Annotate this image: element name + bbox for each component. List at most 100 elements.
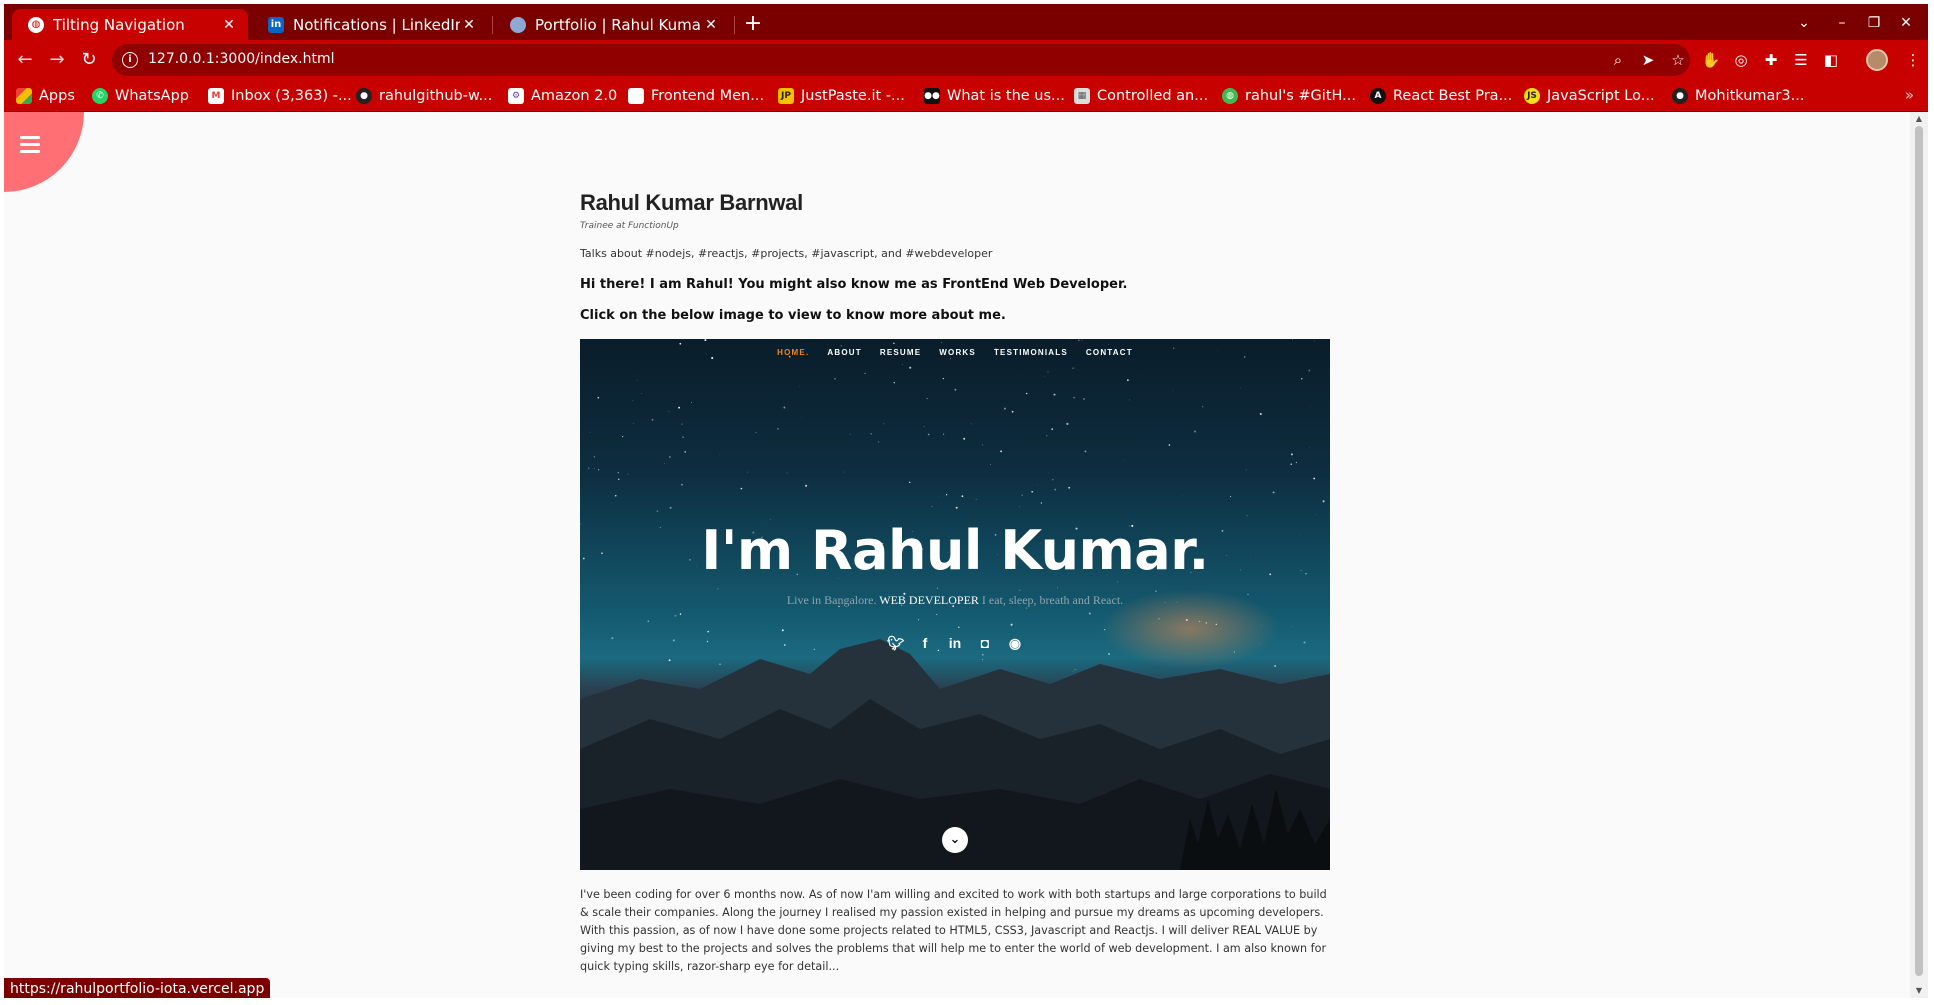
profile-tags: Talks about #nodejs, #reactjs, #projects… — [580, 247, 993, 260]
tab-portfolio[interactable]: Portfolio | Rahul Kumar ✕ — [494, 9, 730, 40]
gmail-icon: M — [208, 88, 224, 104]
scroll-down-icon[interactable]: ⌄ — [942, 827, 968, 853]
bookmark-rahulgithub[interactable]: ● rahulgithub-w... — [356, 86, 492, 106]
extensions-puzzle-icon[interactable]: ✚ — [1760, 49, 1782, 71]
github-icon: ● — [356, 88, 372, 104]
page-viewport: Rahul Kumar Barnwal Trainee at FunctionU… — [4, 112, 1910, 998]
address-bar[interactable]: i 127.0.0.1:3000/index.html ⌕ ➤ ☆ — [112, 44, 1690, 76]
side-panel-icon[interactable]: ◧ — [1820, 49, 1842, 71]
menu-kebab-icon[interactable]: ⋮ — [1902, 49, 1924, 71]
url-text[interactable]: 127.0.0.1:3000/index.html — [148, 51, 335, 67]
bookmark-label: Amazon 2.0 — [531, 88, 618, 104]
scroll-down-arrow-icon[interactable]: ▼ — [1910, 984, 1928, 998]
page-scrollbar[interactable]: ▲ ▼ — [1910, 112, 1928, 998]
hero-nav-resume[interactable]: RESUME — [880, 348, 921, 357]
bookmark-mohitkumar[interactable]: ● Mohitkumar3... — [1672, 86, 1804, 106]
tab-search-icon[interactable]: ⌄ — [1792, 12, 1816, 34]
site-info-icon[interactable]: i — [122, 52, 138, 68]
back-icon[interactable]: ← — [12, 47, 38, 73]
bookmark-react-best[interactable]: A React Best Pra... — [1370, 86, 1512, 106]
bookmark-justpaste[interactable]: JP JustPaste.it -... — [778, 86, 905, 106]
medium-icon: ●● — [924, 88, 940, 104]
tab-title: Portfolio | Rahul Kumar — [535, 15, 702, 34]
globe-icon: ◍ — [28, 16, 44, 33]
hero-nav-testimonials[interactable]: TESTIMONIALS — [994, 348, 1068, 357]
tab-separator — [734, 16, 735, 34]
bookmark-label: rahulgithub-w... — [379, 88, 493, 104]
bookmark-label: rahul's #GitH... — [1245, 88, 1356, 104]
bookmark-label: Frontend Men... — [651, 88, 765, 104]
bookmark-gmail[interactable]: M Inbox (3,363) -... — [208, 86, 352, 106]
scroll-thumb[interactable] — [1915, 126, 1923, 976]
linkedin-icon[interactable]: in — [947, 635, 963, 651]
hero-title: I'm Rahul Kumar. — [701, 519, 1209, 582]
bookmark-javascript[interactable]: JS JavaScript Lo... — [1524, 86, 1655, 106]
apps-grid-icon — [16, 88, 32, 104]
maximize-icon[interactable]: ❐ — [1862, 12, 1886, 34]
bookmark-rahuls-github[interactable]: ◍ rahul's #GitH... — [1222, 86, 1356, 106]
bookmark-label: Inbox (3,363) -... — [231, 88, 352, 104]
justpaste-icon: JP — [778, 88, 794, 104]
bookmark-what-is-the[interactable]: ●● What is the us... — [924, 86, 1065, 106]
profile-avatar[interactable] — [1866, 49, 1888, 71]
scroll-up-arrow-icon[interactable]: ▲ — [1910, 112, 1928, 126]
portfolio-preview-image[interactable]: HOME. ABOUT RESUME WORKS TESTIMONIALS CO… — [580, 339, 1330, 870]
javascript-icon: JS — [1524, 88, 1540, 104]
amazon-icon: ⚙ — [508, 88, 524, 104]
hero-nav-home[interactable]: HOME. — [777, 348, 809, 357]
zoom-icon[interactable]: ⌕ — [1608, 50, 1628, 70]
profile-name: Rahul Kumar Barnwal — [580, 190, 803, 215]
reading-list-icon[interactable]: ☰ — [1790, 49, 1812, 71]
frontend-mentor-icon — [628, 88, 644, 104]
tab-strip: ◍ Tilting Navigation ✕ in Notifications … — [4, 4, 1928, 40]
greeting-text: Hi there! I am Rahul! You might also kno… — [580, 277, 1128, 292]
forward-icon[interactable]: → — [44, 47, 70, 73]
browser-window: ◍ Tilting Navigation ✕ in Notifications … — [4, 4, 1928, 998]
hero-sub-location: Live in Bangalore. — [786, 593, 877, 607]
github-icon[interactable]: ◉ — [1007, 635, 1023, 651]
bookmark-frontend-mentor[interactable]: Frontend Men... — [628, 86, 764, 106]
extension-target-icon[interactable]: ◎ — [1730, 49, 1752, 71]
minimize-icon[interactable]: – — [1830, 12, 1854, 34]
close-icon[interactable]: ✕ — [220, 17, 238, 33]
tab-linkedin[interactable]: in Notifications | LinkedIn ✕ — [252, 9, 488, 40]
window-close-icon[interactable]: ✕ — [1894, 12, 1918, 34]
profile-role: Trainee at FunctionUp — [580, 221, 679, 231]
bookmark-label: JavaScript Lo... — [1547, 88, 1655, 104]
instagram-icon[interactable]: ◘ — [977, 635, 993, 651]
bookmark-apps[interactable]: Apps — [16, 86, 75, 106]
bookmark-star-icon[interactable]: ☆ — [1668, 50, 1688, 70]
hamburger-menu-icon[interactable] — [20, 136, 40, 153]
bio-paragraph: I've been coding for over 6 months now. … — [580, 888, 1327, 973]
tab-tilting-navigation[interactable]: ◍ Tilting Navigation ✕ — [12, 9, 248, 40]
close-icon[interactable]: ✕ — [702, 17, 720, 33]
bookmarks-overflow-icon[interactable]: » — [1905, 86, 1914, 104]
new-tab-button[interactable]: + — [740, 12, 766, 38]
hero-subtitle: Live in Bangalore. WEB DEVELOPER I eat, … — [580, 593, 1330, 608]
bookmark-label: WhatsApp — [115, 88, 189, 104]
tilting-nav-circle[interactable] — [4, 112, 84, 192]
page-icon: ▦ — [1074, 88, 1090, 104]
send-icon[interactable]: ➤ — [1638, 50, 1658, 70]
close-icon[interactable]: ✕ — [460, 17, 478, 33]
status-bar-url: https://rahulportfolio-iota.vercel.app — [4, 978, 271, 998]
bookmark-label: React Best Pra... — [1393, 88, 1513, 104]
avatar-icon — [510, 16, 526, 33]
bookmark-amazon[interactable]: ⚙ Amazon 2.0 — [508, 86, 617, 106]
reload-icon[interactable]: ↻ — [76, 47, 102, 73]
tab-title: Tilting Navigation — [53, 15, 185, 34]
hero-nav-about[interactable]: ABOUT — [827, 348, 861, 357]
click-prompt: Click on the below image to view to know… — [580, 308, 1006, 323]
bookmark-label: Controlled an... — [1097, 88, 1209, 104]
hero-sub-tagline: I eat, sleep, breath and React. — [981, 593, 1124, 607]
social-links: 🐦︎ f in ◘ ◉ — [580, 635, 1330, 651]
bookmark-label: JustPaste.it -... — [801, 88, 905, 104]
hero-nav-contact[interactable]: CONTACT — [1086, 348, 1133, 357]
hero-nav-works[interactable]: WORKS — [939, 348, 976, 357]
extension-hand-icon[interactable]: ✋ — [1700, 49, 1722, 71]
bookmark-whatsapp[interactable]: ✆ WhatsApp — [92, 86, 189, 106]
facebook-icon[interactable]: f — [917, 635, 933, 651]
twitter-icon[interactable]: 🐦︎ — [887, 635, 905, 651]
bookmark-controlled[interactable]: ▦ Controlled an... — [1074, 86, 1208, 106]
hero-nav: HOME. ABOUT RESUME WORKS TESTIMONIALS CO… — [580, 348, 1330, 357]
